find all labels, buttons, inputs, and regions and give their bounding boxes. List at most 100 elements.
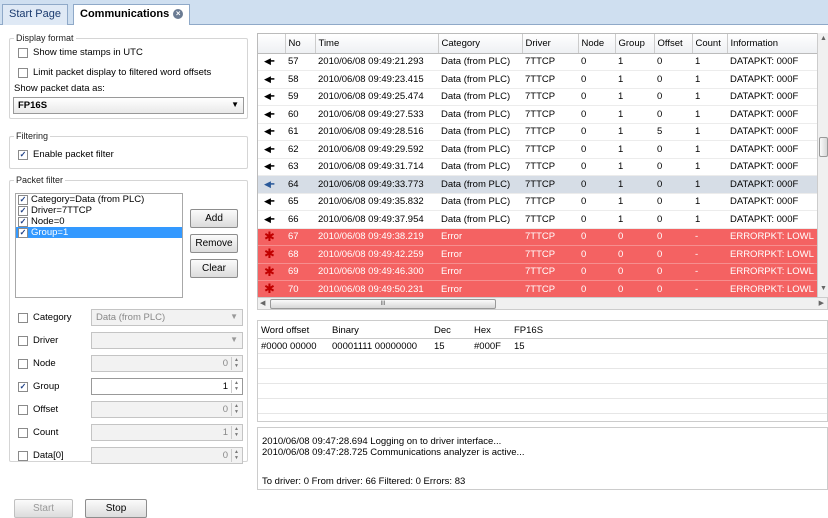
filter-group-checkbox[interactable]: Group — [18, 381, 59, 392]
checkbox-box[interactable] — [18, 312, 28, 323]
add-filter-button[interactable]: Add — [190, 209, 238, 228]
checkbox-box[interactable] — [18, 216, 28, 227]
checkbox-box[interactable] — [18, 227, 28, 238]
spinner-arrows-icon[interactable]: ▲ ▼ — [231, 449, 241, 462]
table-row[interactable]: ◀━ 63 2010/06/08 09:49:31.714 Data (from PL… — [258, 158, 818, 176]
tab-communications[interactable]: Communications × — [73, 4, 191, 26]
filter-list-item-selected[interactable]: Group=1 — [16, 227, 182, 238]
checkbox-label: Category — [33, 312, 72, 323]
table-row[interactable]: ◀━ 65 2010/06/08 09:49:35.832 Data (from PL… — [258, 193, 818, 211]
category-cell: Data (from PLC) — [438, 175, 522, 194]
table-row[interactable]: ◀━ 59 2010/06/08 09:49:25.474 Data (from PL… — [258, 88, 818, 106]
filter-group-stepper[interactable]: 1 ▲ ▼ — [91, 378, 243, 395]
filter-list-item[interactable]: Category=Data (from PLC) — [16, 194, 182, 205]
table-row[interactable]: ◀━ 58 2010/06/08 09:49:23.415 Data (from PL… — [258, 70, 818, 89]
table-row[interactable]: ◀━ 60 2010/06/08 09:49:27.533 Data (from PL… — [258, 105, 818, 124]
checkbox-box[interactable] — [18, 47, 28, 58]
incoming-arrow-icon: ◀━ — [258, 123, 285, 141]
filter-offset-checkbox[interactable]: Offset — [18, 404, 58, 415]
checkbox-box[interactable] — [18, 427, 28, 438]
checkbox-box[interactable] — [18, 450, 28, 461]
scroll-right-icon[interactable]: ▶ — [819, 299, 824, 307]
scroll-down-icon[interactable]: ▼ — [820, 285, 827, 292]
scroll-up-icon[interactable]: ▲ — [820, 35, 827, 42]
column-header[interactable]: Count — [692, 34, 728, 54]
time-cell: 2010/06/08 09:49:29.592 — [315, 140, 438, 159]
checkbox-box[interactable] — [18, 149, 28, 160]
packet-vertical-scrollbar[interactable]: ▲ ▼ — [817, 33, 828, 297]
filter-offset-stepper[interactable]: 0 ▲ ▼ — [91, 401, 243, 418]
column-header[interactable]: Group — [615, 34, 655, 54]
column-header[interactable]: Node — [578, 34, 616, 54]
scroll-thumb[interactable] — [819, 137, 828, 157]
start-button[interactable]: Start — [14, 499, 73, 518]
checkbox-box[interactable] — [18, 358, 28, 369]
column-header[interactable]: Time — [315, 34, 439, 54]
packet-table: No Time Category Driver Node Group Offset Count… — [258, 34, 819, 300]
filter-driver-checkbox[interactable]: Driver — [18, 335, 58, 346]
table-row[interactable]: ◀━ 61 2010/06/08 09:49:28.516 Data (from PL… — [258, 123, 818, 141]
filter-list[interactable]: Category=Data (from PLC) Driver=7TTCP No… — [15, 193, 183, 298]
filter-node-stepper[interactable]: 0 ▲ ▼ — [91, 355, 243, 372]
checkbox-box[interactable] — [18, 404, 28, 415]
group-cell: 1 — [615, 105, 654, 124]
filter-count-stepper[interactable]: 1 ▲ ▼ — [91, 424, 243, 441]
spinner-arrows-icon[interactable]: ▲ ▼ — [231, 380, 241, 393]
time-cell: 2010/06/08 09:49:21.293 — [315, 53, 438, 71]
show-as-select[interactable]: FP16S ▼ — [13, 97, 244, 114]
spinner-arrows-icon[interactable]: ▲ ▼ — [231, 403, 241, 416]
table-row[interactable]: ✱ 70 2010/06/08 09:49:50.231 Error 7TTCP 0 0 0-… — [258, 280, 818, 299]
packet-horizontal-scrollbar[interactable]: ◀ III ▶ — [257, 297, 828, 310]
column-header[interactable]: Category — [438, 34, 523, 54]
scroll-left-icon[interactable]: ◀ — [260, 299, 265, 307]
filter-category-checkbox[interactable]: Category — [18, 312, 72, 323]
table-row[interactable]: ◀━ 66 2010/06/08 09:49:37.954 Data (from PL… — [258, 210, 818, 229]
packet-grid[interactable]: No Time Category Driver Node Group Offset Count… — [257, 33, 828, 301]
filter-driver-select[interactable]: ▼ — [91, 332, 243, 349]
category-cell: Error — [438, 263, 522, 281]
remove-filter-button[interactable]: Remove — [190, 234, 238, 253]
filter-list-item[interactable]: Node=0 — [16, 216, 182, 227]
column-header[interactable]: Information — [727, 34, 819, 54]
tab-start-page[interactable]: Start Page — [2, 4, 68, 25]
checkbox-box[interactable] — [18, 335, 28, 346]
filter-data-0-checkbox[interactable]: Data[0] — [18, 450, 64, 461]
column-header[interactable]: Driver — [522, 34, 579, 54]
enable-filter-checkbox[interactable]: Enable packet filter — [18, 149, 114, 160]
driver-cell: 7TTCP — [522, 175, 578, 194]
group-title: Display format — [14, 33, 76, 43]
checkbox-box[interactable] — [18, 67, 28, 78]
word-row[interactable]: #0000 00000 00001111 00000000 15 #000F 1… — [258, 339, 827, 354]
no-cell: 57 — [285, 53, 315, 71]
word-offset-grid[interactable]: Word offset Binary Dec Hex FP16S #0000 0… — [257, 320, 828, 422]
column-header[interactable] — [258, 34, 286, 54]
hex-cell: #000F — [474, 341, 501, 352]
close-tab-icon[interactable]: × — [173, 9, 184, 19]
table-row[interactable]: ◀━ 62 2010/06/08 09:49:29.592 Data (from PL… — [258, 140, 818, 159]
stop-button[interactable]: Stop — [85, 499, 147, 518]
limit-offsets-checkbox[interactable]: Limit packet display to filtered word of… — [18, 67, 211, 78]
checkbox-box[interactable] — [18, 194, 28, 205]
filter-category-select[interactable]: Data (from PLC) ▼ — [91, 309, 243, 326]
scroll-thumb[interactable]: III — [270, 299, 496, 309]
filter-count-checkbox[interactable]: Count — [18, 427, 58, 438]
spinner-arrows-icon[interactable]: ▲ ▼ — [231, 426, 241, 439]
table-row[interactable]: ✱ 68 2010/06/08 09:49:42.259 Error 7TTCP 0 0 0-… — [258, 245, 818, 264]
spinner-arrows-icon[interactable]: ▲ ▼ — [231, 357, 241, 370]
utc-checkbox[interactable]: Show time stamps in UTC — [18, 47, 143, 58]
checkbox-box[interactable] — [18, 381, 28, 392]
table-row[interactable]: ✱ 69 2010/06/08 09:49:46.300 Error 7TTCP 0 0 0-… — [258, 263, 818, 281]
filter-data-0-stepper[interactable]: 0 ▲ ▼ — [91, 447, 243, 464]
filter-list-item[interactable]: Driver=7TTCP — [16, 205, 182, 216]
checkbox-box[interactable] — [18, 205, 28, 216]
category-cell: Data (from PLC) — [438, 123, 522, 141]
table-row[interactable]: ✱ 67 2010/06/08 09:49:38.219 Error 7TTCP 0 0 0-… — [258, 228, 818, 246]
column-header[interactable]: No — [285, 34, 316, 54]
error-icon: ✱ — [258, 228, 285, 246]
filter-node-checkbox[interactable]: Node — [18, 358, 56, 369]
node-cell: 0 — [578, 105, 615, 124]
table-row[interactable]: ◀━ 64 2010/06/08 09:49:33.773 Data (from PL… — [258, 175, 818, 194]
column-header[interactable]: Offset — [654, 34, 693, 54]
table-row[interactable]: ◀━ 57 2010/06/08 09:49:21.293 Data (from PL… — [258, 53, 818, 71]
clear-filter-button[interactable]: Clear — [190, 259, 238, 278]
